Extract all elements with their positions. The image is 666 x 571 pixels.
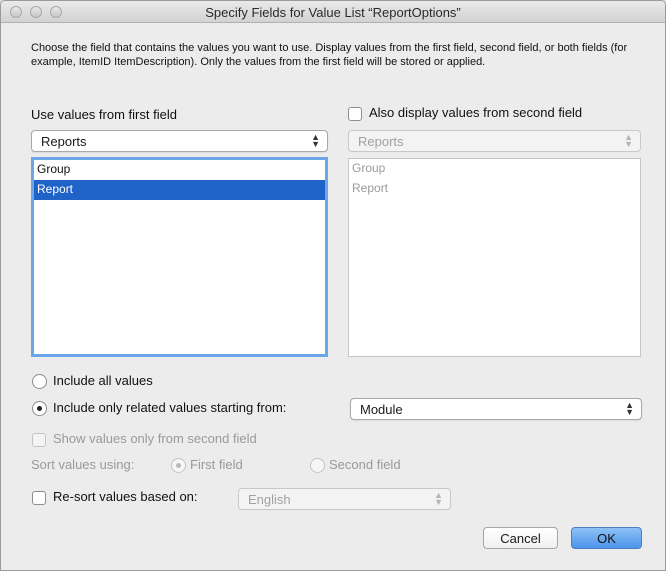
show-second-only-label: Show values only from second field (53, 431, 257, 446)
first-field-list[interactable]: Group Report (31, 157, 328, 357)
related-values-popup[interactable]: Module ▲ ▼ (350, 398, 642, 420)
second-field-list[interactable]: Group Report (348, 158, 641, 357)
include-related-values-label: Include only related values starting fro… (53, 400, 287, 415)
popup-arrows-icon: ▲ ▼ (311, 132, 320, 149)
popup-arrows-icon: ▲ ▼ (624, 132, 633, 149)
first-field-heading: Use values from first field (31, 107, 177, 122)
resort-language-value: English (248, 492, 291, 507)
list-item-selected[interactable]: Report (34, 180, 325, 200)
second-field-table-value: Reports (358, 134, 404, 149)
resort-label: Re-sort values based on: (53, 489, 198, 504)
dialog-window: Specify Fields for Value List “ReportOpt… (0, 0, 666, 571)
include-all-values-label: Include all values (53, 373, 153, 388)
first-field-table-value: Reports (41, 134, 87, 149)
list-item[interactable]: Group (349, 159, 640, 179)
sort-first-field-label: First field (190, 457, 243, 472)
popup-arrows-icon: ▲ ▼ (625, 400, 634, 417)
resort-language-popup[interactable]: English ▲ ▼ (238, 488, 451, 510)
include-related-values-radio[interactable] (32, 401, 47, 416)
second-field-checkbox-label: Also display values from second field (369, 105, 583, 120)
sort-second-field-radio[interactable] (310, 458, 325, 473)
list-item[interactable]: Report (349, 179, 640, 199)
sort-values-label: Sort values using: (31, 457, 135, 472)
resort-checkbox[interactable] (32, 491, 46, 505)
cancel-button[interactable]: Cancel (483, 527, 558, 549)
include-all-values-radio[interactable] (32, 374, 47, 389)
list-item[interactable]: Group (34, 160, 325, 180)
show-second-only-checkbox[interactable] (32, 433, 46, 447)
radio-selected-dot (37, 406, 42, 411)
sort-first-field-radio[interactable] (171, 458, 186, 473)
title-bar: Specify Fields for Value List “ReportOpt… (1, 1, 665, 23)
radio-selected-dot (176, 463, 181, 468)
second-field-table-popup[interactable]: Reports ▲ ▼ (348, 130, 641, 152)
popup-arrows-icon: ▲ ▼ (434, 490, 443, 507)
second-field-checkbox[interactable] (348, 107, 362, 121)
description-text: Choose the field that contains the value… (31, 42, 628, 68)
first-field-table-popup[interactable]: Reports ▲ ▼ (31, 130, 328, 152)
ok-button[interactable]: OK (571, 527, 642, 549)
related-values-value: Module (360, 402, 403, 417)
window-title: Specify Fields for Value List “ReportOpt… (205, 5, 461, 20)
sort-second-field-label: Second field (329, 457, 401, 472)
